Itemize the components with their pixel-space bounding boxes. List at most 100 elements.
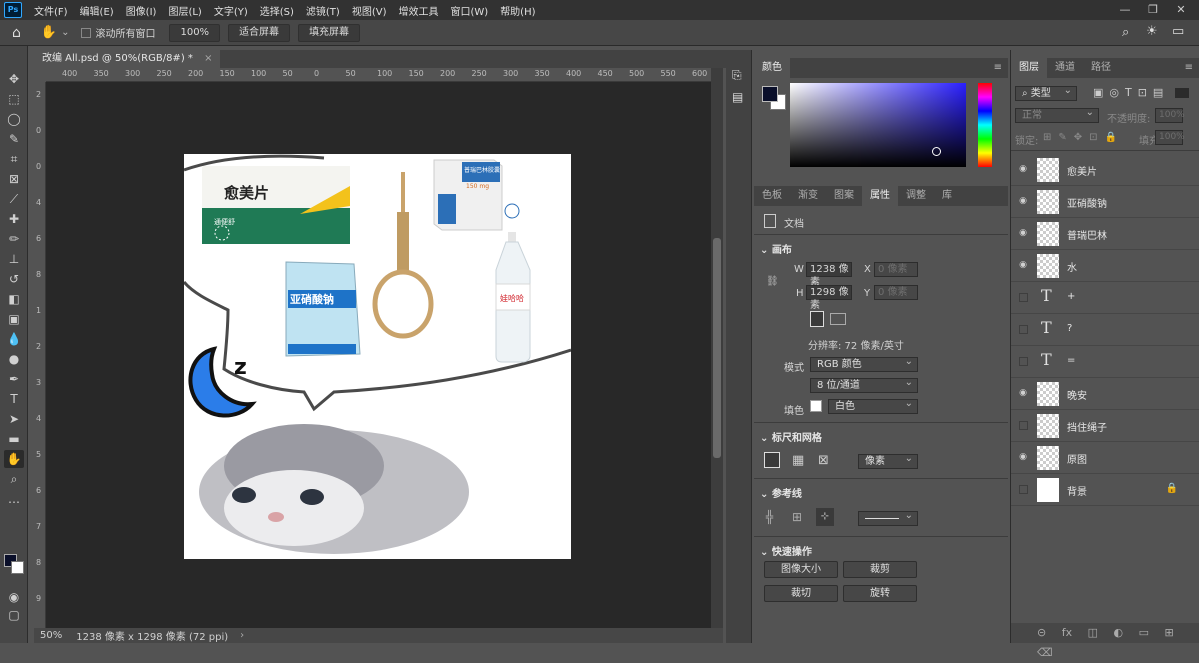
guides-section-title[interactable]: ⌄ 参考线 bbox=[760, 485, 802, 500]
bulb-icon[interactable]: ☀ bbox=[1146, 24, 1158, 39]
more-tools-icon[interactable]: … bbox=[4, 490, 24, 508]
home-icon[interactable]: ⌂ bbox=[12, 25, 21, 41]
layer-row[interactable]: ◉ 原图 bbox=[1011, 442, 1199, 474]
layer-row[interactable]: 背景 🔒 bbox=[1011, 474, 1199, 506]
zoom-level[interactable]: 50% bbox=[40, 630, 62, 641]
rectangle-tool-icon[interactable]: ▬ bbox=[4, 430, 24, 448]
type-tool-icon[interactable]: T bbox=[4, 390, 24, 408]
panel-menu-icon[interactable]: ≡ bbox=[994, 62, 1002, 73]
tab-color[interactable]: 颜色 bbox=[754, 58, 790, 78]
mode-dropdown[interactable]: RGB 颜色 bbox=[810, 355, 918, 372]
visibility-toggle[interactable] bbox=[1019, 421, 1028, 430]
document-canvas[interactable]: 愈美片 通便舒 普瑞巴林胶囊 150 mg 亚硝酸钠 娃哈哈 z bbox=[184, 154, 571, 559]
fx-icon[interactable]: fx bbox=[1062, 626, 1072, 639]
blend-mode-dropdown[interactable]: 正常 bbox=[1015, 106, 1099, 123]
tab-channels[interactable]: 通道 bbox=[1047, 58, 1083, 78]
rulers-grid-section-title[interactable]: ⌄ 标尺和网格 bbox=[760, 429, 822, 444]
menu-edit[interactable]: 编辑(E) bbox=[74, 3, 120, 18]
lasso-tool-icon[interactable]: ◯ bbox=[4, 110, 24, 128]
link-layers-icon[interactable]: ⊝ bbox=[1037, 626, 1046, 639]
history-panel-icon[interactable]: ⎘ bbox=[732, 68, 742, 83]
color-picker-field[interactable] bbox=[790, 83, 966, 167]
tab-adjustments[interactable]: 调整 bbox=[898, 186, 934, 206]
layer-row[interactable]: ◉ 普瑞巴林 bbox=[1011, 218, 1199, 250]
comments-panel-icon[interactable]: ▤ bbox=[732, 90, 743, 104]
guide-canvas-icon[interactable]: ╬ bbox=[766, 510, 773, 524]
marquee-tool-icon[interactable]: ⬚ bbox=[4, 90, 24, 108]
panel-menu-icon[interactable]: ≡ bbox=[1185, 62, 1193, 73]
dodge-tool-icon[interactable]: ● bbox=[4, 350, 24, 368]
vertical-scrollbar[interactable] bbox=[711, 68, 723, 628]
visibility-toggle[interactable] bbox=[1019, 485, 1028, 494]
layer-row[interactable]: ◉ 水 bbox=[1011, 250, 1199, 282]
ruler-unit-dropdown[interactable]: 像素 bbox=[858, 452, 918, 469]
y-field[interactable]: 0 像素 bbox=[874, 285, 918, 300]
eyedropper-tool-icon[interactable]: ⟋ bbox=[4, 190, 24, 208]
filter-toggle-icon[interactable] bbox=[1175, 88, 1189, 98]
quick-actions-section-title[interactable]: ⌄ 快速操作 bbox=[760, 543, 812, 558]
pen-tool-icon[interactable]: ✒ bbox=[4, 370, 24, 388]
fill-screen-button[interactable]: 填充屏幕 bbox=[298, 23, 361, 42]
landscape-orientation-icon[interactable] bbox=[830, 313, 846, 325]
layer-filter-dropdown[interactable]: ⌕ 类型 bbox=[1015, 84, 1077, 101]
healing-tool-icon[interactable]: ✚ bbox=[4, 210, 24, 228]
smart-guides-icon[interactable]: ⊹ bbox=[816, 508, 834, 526]
menu-type[interactable]: 文字(Y) bbox=[208, 3, 254, 18]
fill-field[interactable]: 100% bbox=[1155, 130, 1185, 145]
quick-mask-icon[interactable]: ◉ bbox=[4, 588, 24, 606]
history-brush-tool-icon[interactable]: ↺ bbox=[4, 270, 24, 288]
eye-icon[interactable]: ◉ bbox=[1017, 452, 1029, 464]
visibility-toggle[interactable] bbox=[1019, 357, 1028, 366]
menu-select[interactable]: 选择(S) bbox=[254, 3, 300, 18]
crop-tool-icon[interactable]: ⌗ bbox=[4, 150, 24, 168]
crop-button[interactable]: 裁剪 bbox=[843, 561, 917, 578]
trim-button[interactable]: 裁切 bbox=[764, 585, 838, 602]
lock-icons[interactable]: ⊞✎✥⊡🔒 bbox=[1043, 132, 1124, 143]
workspace-icon[interactable]: ▭ bbox=[1172, 24, 1184, 39]
frame-tool-icon[interactable]: ⊠ bbox=[4, 170, 24, 188]
document-tab[interactable]: 改编 All.psd @ 50%(RGB/8#) * × bbox=[34, 50, 221, 68]
color-picker-cursor[interactable] bbox=[932, 147, 941, 156]
zoom-tool-icon[interactable]: ⌕ bbox=[4, 470, 24, 488]
menu-layer[interactable]: 图层(L) bbox=[162, 3, 207, 18]
eraser-tool-icon[interactable]: ◧ bbox=[4, 290, 24, 308]
layer-filter-icons[interactable]: ▣◎T⊡▤ bbox=[1093, 86, 1169, 99]
ruler-toggle-icon[interactable] bbox=[764, 452, 780, 468]
adjustment-icon[interactable]: ◐ bbox=[1114, 626, 1124, 639]
zoom-100-button[interactable]: 100% bbox=[169, 23, 221, 42]
chevron-right-icon[interactable]: › bbox=[240, 630, 244, 641]
minimize-icon[interactable]: — bbox=[1112, 0, 1138, 20]
tab-properties[interactable]: 属性 bbox=[862, 186, 898, 206]
restore-icon[interactable]: ❐ bbox=[1140, 0, 1166, 20]
path-select-tool-icon[interactable]: ➤ bbox=[4, 410, 24, 428]
grid-toggle-icon[interactable]: ▦ bbox=[792, 453, 804, 468]
visibility-toggle[interactable] bbox=[1019, 293, 1028, 302]
layer-row[interactable]: ◉ 愈美片 bbox=[1011, 154, 1199, 186]
search-icon[interactable]: ⌕ bbox=[1122, 25, 1129, 40]
canvas-section-title[interactable]: ⌄ 画布 bbox=[760, 241, 792, 256]
menu-view[interactable]: 视图(V) bbox=[346, 3, 393, 18]
width-field[interactable]: 1238 像素 bbox=[806, 262, 852, 288]
menu-window[interactable]: 窗口(W) bbox=[444, 3, 494, 18]
tab-layers[interactable]: 图层 bbox=[1011, 58, 1047, 78]
menu-plugins[interactable]: 增效工具 bbox=[392, 3, 444, 18]
pixel-grid-icon[interactable]: ⊠ bbox=[818, 453, 829, 468]
portrait-orientation-icon[interactable] bbox=[810, 311, 824, 327]
layer-row[interactable]: 挡住绳子 bbox=[1011, 410, 1199, 442]
visibility-toggle[interactable] bbox=[1019, 325, 1028, 334]
blur-tool-icon[interactable]: 💧 bbox=[4, 330, 24, 348]
menu-file[interactable]: 文件(F) bbox=[28, 3, 74, 18]
eye-icon[interactable]: ◉ bbox=[1017, 228, 1029, 240]
fill-color-swatch[interactable] bbox=[810, 400, 822, 412]
link-icon[interactable]: ⛓ bbox=[766, 276, 779, 287]
hue-slider[interactable] bbox=[978, 83, 992, 167]
layer-row[interactable]: ◉ 亚硝酸钠 bbox=[1011, 186, 1199, 218]
x-field[interactable]: 0 像素 bbox=[874, 262, 918, 277]
eye-icon[interactable]: ◉ bbox=[1017, 196, 1029, 208]
tab-swatches[interactable]: 色板 bbox=[754, 186, 790, 206]
layer-row[interactable]: ◉ 晚安 bbox=[1011, 378, 1199, 410]
canvas-area[interactable]: 愈美片 通便舒 普瑞巴林胶囊 150 mg 亚硝酸钠 娃哈哈 z bbox=[46, 82, 711, 628]
hand-tool-icon[interactable]: ✋ bbox=[4, 450, 24, 468]
background-color-swatch[interactable] bbox=[11, 561, 24, 574]
menu-help[interactable]: 帮助(H) bbox=[494, 3, 541, 18]
